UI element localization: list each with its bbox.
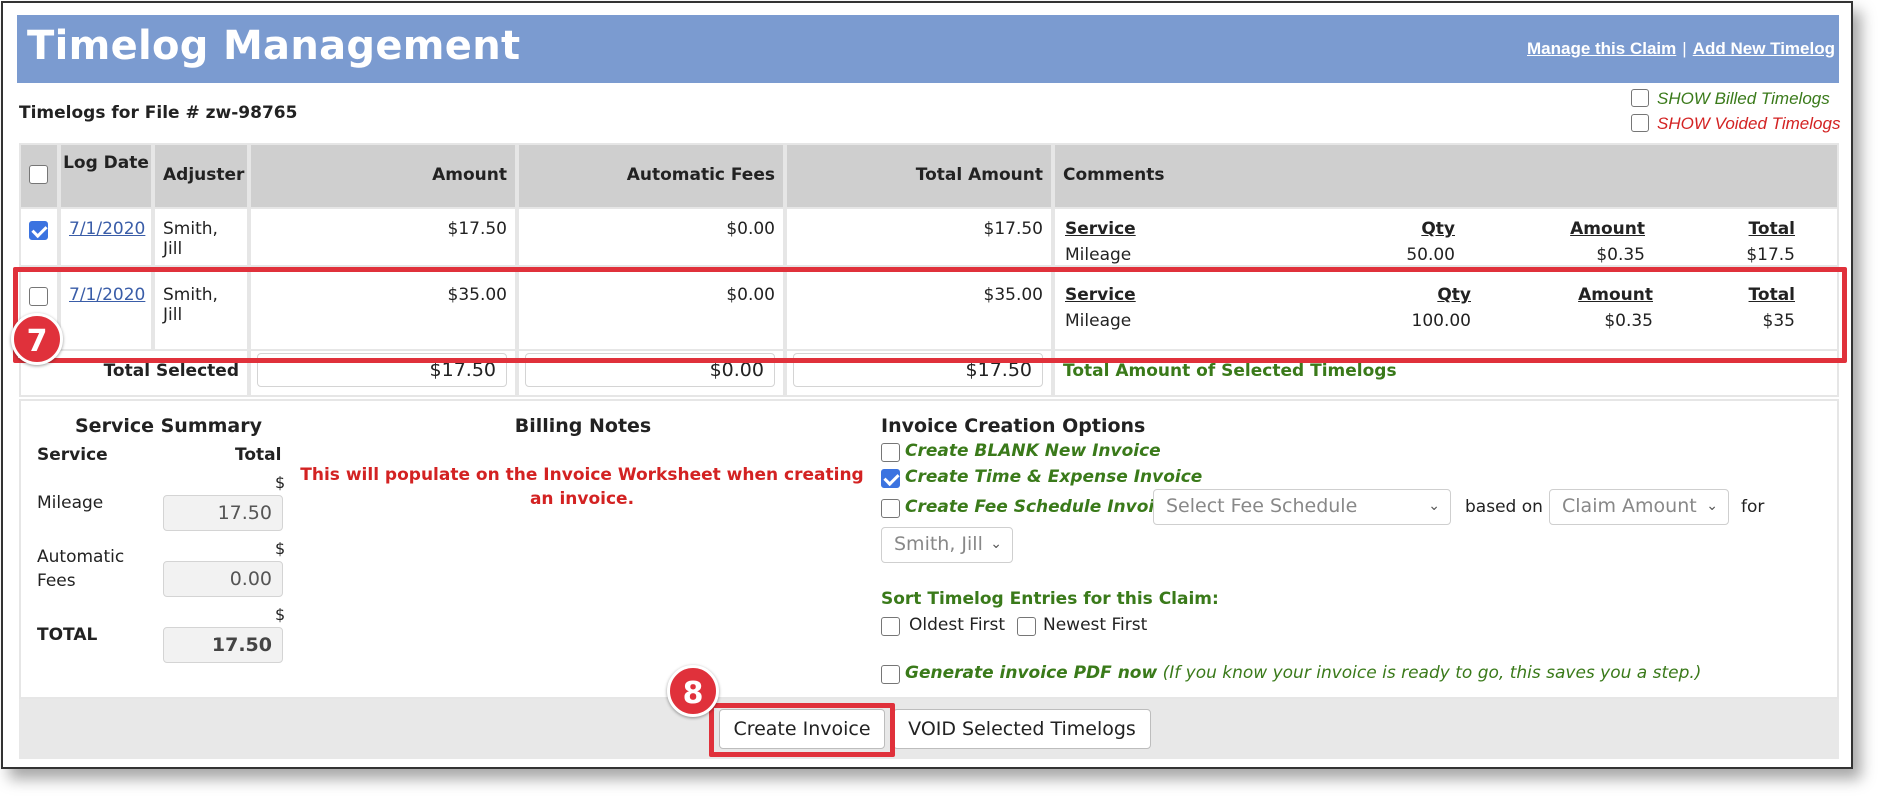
- service-summary-col-service: Service: [37, 445, 108, 465]
- file-label: Timelogs for File # zw-98765: [19, 103, 298, 123]
- mileage-currency: $: [275, 473, 286, 492]
- row1-select-cell: [21, 209, 57, 265]
- header-adjuster: Adjuster: [155, 145, 247, 207]
- title-bar: Timelog Management Manage this Claim | Add…: [17, 15, 1839, 83]
- mileage-label: Mileage: [37, 493, 104, 513]
- header-comments: Comments: [1055, 145, 1837, 207]
- create-fee-schedule-label[interactable]: Create Fee Schedule Invoice: [905, 497, 1176, 517]
- auto-fees-currency: $: [275, 539, 286, 558]
- adjuster-select-value: Smith, Jill: [894, 533, 983, 555]
- row1-comment-service-header: Service: [1065, 219, 1136, 239]
- service-summary-col-total: Total: [235, 445, 282, 465]
- fee-schedule-select-value: Select Fee Schedule: [1166, 495, 1358, 517]
- basis-select-value: Claim Amount: [1562, 495, 1697, 517]
- show-billed-option[interactable]: SHOW Billed Timelogs: [1631, 89, 1830, 109]
- chevron-down-icon: ⌄: [1428, 498, 1440, 514]
- create-time-expense-checkbox[interactable]: [881, 469, 900, 488]
- generate-pdf-row: Generate invoice PDF now (If you know yo…: [905, 663, 1701, 683]
- newest-first-label[interactable]: Newest First: [1043, 615, 1147, 635]
- oldest-first-label[interactable]: Oldest First: [909, 615, 1005, 635]
- row1-auto-fees: $0.00: [519, 209, 783, 265]
- step-7-badge: 7: [11, 313, 63, 365]
- row1-date-cell: 7/1/2020: [61, 209, 151, 265]
- add-timelog-link[interactable]: Add New Timelog: [1693, 39, 1835, 58]
- header-log-date: Log Date: [61, 145, 151, 207]
- row1-comments: Service Qty Amount Total Mileage 50.00 $…: [1055, 209, 1837, 265]
- auto-fees-label: Automatic Fees: [37, 547, 125, 591]
- generate-pdf-checkbox[interactable]: [881, 665, 900, 684]
- mileage-total-field: 17.50: [163, 495, 283, 531]
- row1-comment-service: Mileage: [1065, 245, 1132, 265]
- select-all-checkbox[interactable]: [29, 165, 48, 184]
- row1-comment-qty-header: Qty: [1421, 219, 1455, 239]
- void-selected-button[interactable]: VOID Selected Timelogs: [893, 709, 1151, 749]
- fee-schedule-select[interactable]: Select Fee Schedule ⌄: [1153, 489, 1451, 525]
- row1-comment-total: $17.5: [1746, 245, 1795, 265]
- header-total-amount: Total Amount: [787, 145, 1051, 207]
- oldest-first-checkbox[interactable]: [881, 617, 900, 636]
- show-billed-checkbox[interactable]: [1631, 89, 1649, 107]
- grand-total-field: 17.50: [163, 627, 283, 663]
- header-automatic-fees: Automatic Fees: [519, 145, 783, 207]
- newest-first-checkbox[interactable]: [1017, 617, 1036, 636]
- row1-amount: $17.50: [251, 209, 515, 265]
- generate-pdf-note: (If you know your invoice is ready to go…: [1162, 663, 1702, 683]
- callout-row-highlight: [13, 267, 1847, 363]
- app-window: Timelog Management Manage this Claim | Add…: [1, 1, 1853, 769]
- auto-fees-total-field: 0.00: [163, 561, 283, 597]
- based-on-label: based on: [1465, 497, 1543, 517]
- row1-adjuster: Smith, Jill: [155, 209, 247, 265]
- service-summary-title: Service Summary: [75, 415, 262, 437]
- grand-total-currency: $: [275, 605, 286, 624]
- manage-claim-link[interactable]: Manage this Claim: [1527, 39, 1676, 58]
- invoice-options-title: Invoice Creation Options: [881, 415, 1146, 437]
- link-separator: |: [1682, 39, 1687, 58]
- header-links: Manage this Claim | Add New Timelog: [1527, 39, 1835, 59]
- callout-create-button: [709, 703, 895, 757]
- page-title: Timelog Management: [27, 23, 521, 69]
- row1-comment-amount: $0.35: [1596, 245, 1645, 265]
- row1-checkbox[interactable]: [29, 221, 48, 240]
- show-voided-option[interactable]: SHOW Voided Timelogs: [1631, 114, 1840, 134]
- billing-notes-text: This will populate on the Invoice Worksh…: [300, 465, 864, 509]
- adjuster-select[interactable]: Smith, Jill ⌄: [881, 527, 1013, 563]
- row1-comment-amount-header: Amount: [1570, 219, 1645, 239]
- create-fee-schedule-checkbox[interactable]: [881, 499, 900, 518]
- grand-total-label: TOTAL: [37, 625, 98, 645]
- create-blank-checkbox[interactable]: [881, 443, 900, 462]
- basis-select[interactable]: Claim Amount ⌄: [1549, 489, 1729, 525]
- header-select-cell: [21, 145, 57, 207]
- step-8-badge: 8: [667, 665, 719, 717]
- create-time-expense-label[interactable]: Create Time & Expense Invoice: [905, 467, 1202, 487]
- row1-comment-total-header: Total: [1748, 219, 1795, 239]
- row1-date-link[interactable]: 7/1/2020: [69, 219, 145, 239]
- chevron-down-icon: ⌄: [1706, 498, 1718, 514]
- header-amount: Amount: [251, 145, 515, 207]
- sort-title: Sort Timelog Entries for this Claim:: [881, 589, 1219, 609]
- row1-total: $17.50: [787, 209, 1051, 265]
- show-voided-checkbox[interactable]: [1631, 114, 1649, 132]
- for-label: for: [1741, 497, 1765, 517]
- row1-comment-qty: 50.00: [1406, 245, 1455, 265]
- generate-pdf-label[interactable]: Generate invoice PDF now: [905, 663, 1157, 683]
- show-voided-label: SHOW Voided Timelogs: [1657, 114, 1841, 133]
- billing-notes-title: Billing Notes: [514, 415, 652, 437]
- chevron-down-icon: ⌄: [990, 536, 1002, 552]
- create-blank-label[interactable]: Create BLANK New Invoice: [905, 441, 1161, 461]
- show-billed-label: SHOW Billed Timelogs: [1657, 89, 1830, 108]
